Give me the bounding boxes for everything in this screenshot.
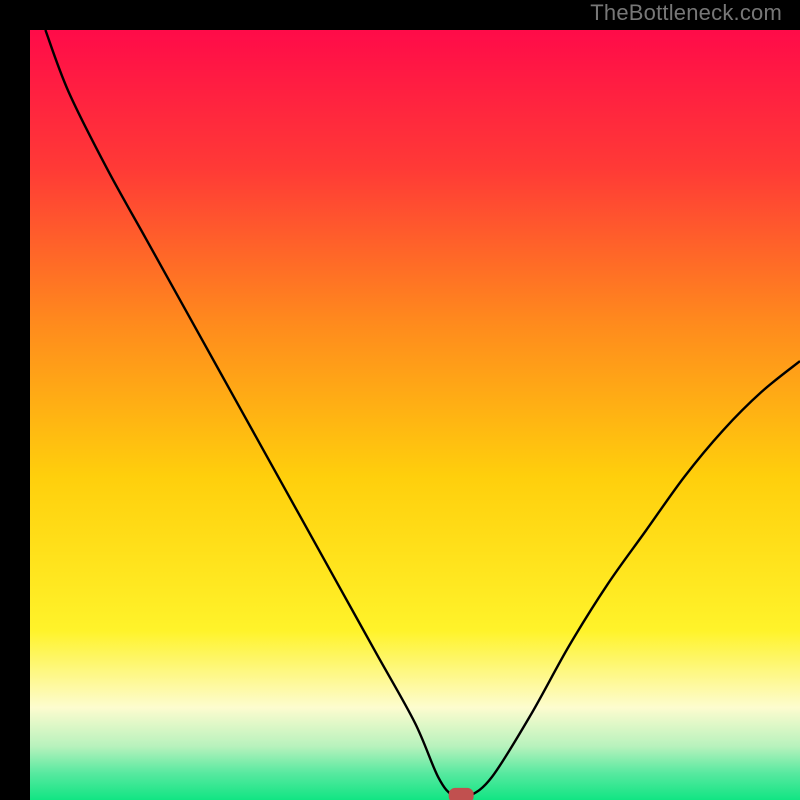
chart-frame [15,15,785,785]
watermark-text: TheBottleneck.com [590,0,782,26]
chart-background [30,30,800,800]
bottleneck-chart [30,30,800,800]
optimal-marker [449,788,473,800]
